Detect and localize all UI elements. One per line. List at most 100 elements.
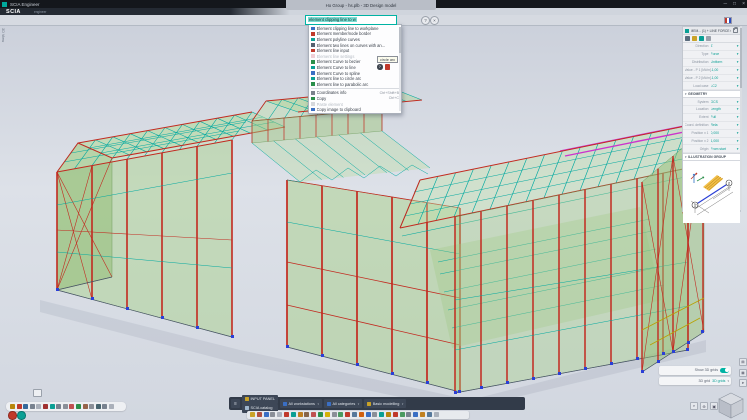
input-tool-icon[interactable] <box>386 412 391 417</box>
input-tool-icon[interactable] <box>298 412 303 417</box>
snap-settings-icon[interactable] <box>33 389 42 397</box>
panel-scrollbar[interactable] <box>740 26 742 210</box>
snap-mode-icon[interactable] <box>89 404 94 409</box>
menu-item[interactable]: Element member/node border <box>309 31 401 37</box>
input-tool-icon[interactable] <box>345 412 350 417</box>
bottom-bar-dropdown[interactable]: All categories <box>324 399 362 408</box>
grid-icon[interactable]: ▦ <box>739 369 747 377</box>
menu-item[interactable]: Element line input <box>309 48 401 54</box>
property-row[interactable]: Extent Full ▾ <box>683 114 740 122</box>
property-row[interactable]: Type Force ▾ <box>683 51 740 59</box>
properties-tab-icon[interactable] <box>685 36 690 41</box>
input-tool-icon[interactable] <box>284 412 289 417</box>
input-tool-icon[interactable] <box>291 412 296 417</box>
input-tool-icon[interactable] <box>257 412 262 417</box>
property-row[interactable]: Value - P 1 [kN/m] -1,00 ▾ <box>683 67 740 75</box>
property-row[interactable]: Distribution Uniform ▾ <box>683 59 740 67</box>
property-row[interactable]: Location Length ▾ <box>683 106 740 114</box>
bottom-bar-dropdown[interactable]: Basic modelling <box>364 399 406 408</box>
bottom-bar-dropdown[interactable]: All workstations <box>280 399 322 408</box>
snap-mode-icon[interactable] <box>43 404 48 409</box>
snap-mode-icon[interactable] <box>23 404 28 409</box>
menu-item[interactable]: Coordinates info Ctrl+Shift+B <box>309 90 401 96</box>
menu-item[interactable]: Paste element <box>309 101 401 107</box>
input-tool-icon[interactable] <box>420 412 425 417</box>
input-tool-icon[interactable] <box>427 412 432 417</box>
geometry-section-header[interactable]: GEOMETRY <box>683 90 740 98</box>
property-row[interactable]: Position x 2 1,000 ▾ <box>683 138 740 146</box>
help-button[interactable]: ? <box>421 16 430 25</box>
input-tool-icon[interactable] <box>359 412 364 417</box>
menu-item[interactable]: Element polyline curves <box>309 37 401 43</box>
hamburger-icon[interactable]: ≡ <box>231 399 240 408</box>
properties-tab-icon[interactable] <box>692 36 697 41</box>
property-row[interactable]: Origin From start ▾ <box>683 145 740 153</box>
property-row[interactable]: System GCS ▾ <box>683 98 740 106</box>
snap-mode-icon[interactable] <box>30 404 35 409</box>
property-row[interactable]: Load case LC2 ▾ <box>683 82 740 90</box>
input-tool-icon[interactable] <box>264 412 269 417</box>
menu-item[interactable]: Element line to parabolic arc <box>309 81 401 87</box>
input-tool-icon[interactable] <box>277 412 282 417</box>
navigation-cube[interactable] <box>716 390 746 420</box>
layers-icon[interactable]: ▤ <box>739 358 747 366</box>
menu-item[interactable]: Element line to circle arc <box>309 76 401 82</box>
snap-mode-icon[interactable] <box>69 404 74 409</box>
input-tool-icon[interactable] <box>270 412 275 417</box>
property-row[interactable]: Value - P 2 [kN/m] -1,00 ▾ <box>683 75 740 83</box>
snap-mode-icon[interactable] <box>96 404 101 409</box>
zoom-icon[interactable]: ⌕ <box>690 402 698 410</box>
input-tool-icon[interactable] <box>379 412 384 417</box>
input-tool-icon[interactable] <box>400 412 405 417</box>
property-row[interactable]: Position x 1 0,000 ▾ <box>683 130 740 138</box>
menu-item[interactable]: Element clipping line to workplane <box>309 26 401 32</box>
menu-item[interactable]: Copy image to clipboard <box>309 107 401 113</box>
show-3d-grids-toggle[interactable] <box>720 368 729 373</box>
properties-tab-icon[interactable] <box>699 36 704 41</box>
menu-item[interactable]: Element Curve to spline <box>309 70 401 76</box>
3d-grid-value[interactable]: 3D grids <box>712 379 725 383</box>
cursor-icon[interactable]: ➤ <box>739 379 747 387</box>
snap-mode-icon[interactable] <box>83 404 88 409</box>
stop-command-icon[interactable] <box>8 411 17 420</box>
snap-mode-icon[interactable] <box>50 404 55 409</box>
search-input[interactable]: element clipping line to w <box>305 15 397 25</box>
input-tool-icon[interactable] <box>352 412 357 417</box>
input-tool-icon[interactable] <box>250 412 255 417</box>
snap-mode-icon[interactable] <box>36 404 41 409</box>
snap-mode-icon[interactable] <box>109 404 114 409</box>
fit-view-icon[interactable]: ⊕ <box>700 402 708 410</box>
input-tool-icon[interactable] <box>413 412 418 417</box>
property-row[interactable]: Coord. definition Rela ▾ <box>683 122 740 130</box>
input-tool-icon[interactable] <box>325 412 330 417</box>
input-tool-icon[interactable] <box>372 412 377 417</box>
input-tool-icon[interactable] <box>311 412 316 417</box>
input-tool-icon[interactable] <box>366 412 371 417</box>
lock-icon[interactable] <box>733 28 739 33</box>
menu-scrollbar[interactable] <box>399 27 401 111</box>
document-tab[interactable]: Ho Group - hs.plb - 3D Design model <box>286 0 436 10</box>
input-tool-icon[interactable] <box>332 412 337 417</box>
confirm-command-icon[interactable] <box>17 411 26 420</box>
close-window-button[interactable]: × <box>742 0 745 8</box>
input-tool-icon[interactable] <box>338 412 343 417</box>
bottom-bar-tab[interactable]: INPUT PANEL <box>242 395 278 404</box>
input-tool-icon[interactable] <box>318 412 323 417</box>
language-flag-icon[interactable] <box>724 17 732 24</box>
input-tool-icon[interactable] <box>406 412 411 417</box>
illustration-section-header[interactable]: ILLUSTRATION GROUP <box>683 153 740 161</box>
minimize-button[interactable]: ─ <box>724 0 728 8</box>
snap-mode-icon[interactable] <box>17 404 22 409</box>
input-tool-icon[interactable] <box>304 412 309 417</box>
snap-mode-icon[interactable] <box>63 404 68 409</box>
tooltip-help-icon[interactable]: ? <box>377 64 383 70</box>
input-tool-icon[interactable] <box>393 412 398 417</box>
snap-mode-icon[interactable] <box>10 404 15 409</box>
input-tool-icon[interactable] <box>434 412 439 417</box>
properties-tab-icon[interactable] <box>706 36 711 41</box>
maximize-button[interactable]: □ <box>733 0 736 8</box>
close-search-button[interactable]: × <box>430 16 439 25</box>
snap-mode-icon[interactable] <box>56 404 61 409</box>
snap-mode-icon[interactable] <box>76 404 81 409</box>
tooltip-delete-icon[interactable] <box>385 64 390 70</box>
